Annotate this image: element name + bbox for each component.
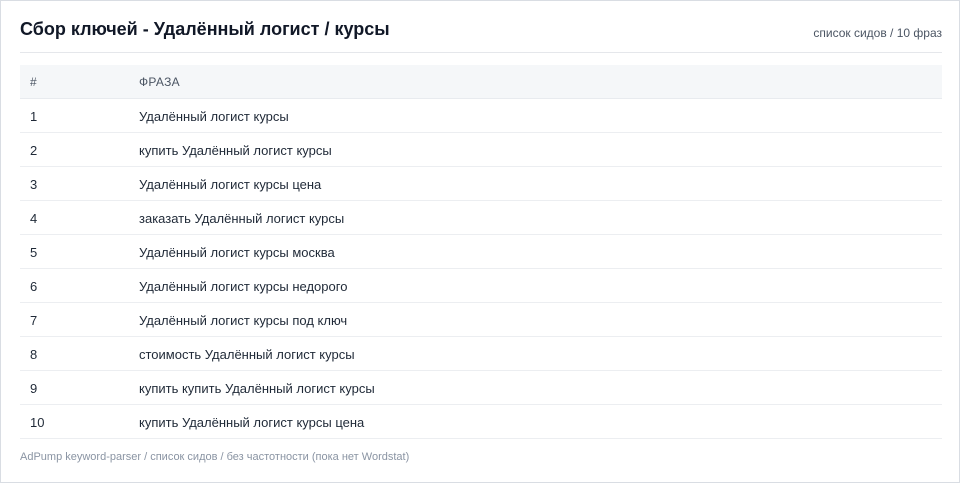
panel-header: Сбор ключей - Удалённый логист / курсы с…: [20, 1, 942, 53]
row-phrase: заказать Удалённый логист курсы: [139, 211, 345, 226]
row-phrase: Удалённый логист курсы цена: [139, 177, 322, 192]
row-number: 2: [30, 143, 38, 158]
row-phrase: купить Удалённый логист курсы цена: [139, 415, 365, 430]
page-title: Сбор ключей - Удалённый логист / курсы: [20, 19, 390, 39]
row-phrase: Удалённый логист курсы под ключ: [139, 313, 348, 328]
row-number: 3: [30, 177, 38, 192]
table-row: 1 Удалённый логист курсы: [20, 99, 942, 133]
row-phrase: Удалённый логист курсы москва: [139, 245, 335, 260]
table-row: 8 стоимость Удалённый логист курсы: [20, 337, 942, 371]
table-row: 4 заказать Удалённый логист курсы: [20, 201, 942, 235]
row-phrase: купить Удалённый логист курсы: [139, 143, 332, 158]
row-number: 9: [30, 381, 38, 396]
row-phrase: Удалённый логист курсы недорого: [139, 279, 348, 294]
row-number: 5: [30, 245, 38, 260]
row-number: 6: [30, 279, 38, 294]
table-header: # ФРАЗА: [20, 65, 942, 99]
footer-note: AdPump keyword-parser / список сидов / б…: [20, 451, 410, 463]
table-row: 10 купить Удалённый логист курсы цена: [20, 405, 942, 439]
row-number: 4: [30, 211, 38, 226]
column-header-number: #: [30, 75, 37, 89]
page-subtitle: список сидов / 10 фраз: [813, 26, 942, 40]
table-row: 3 Удалённый логист курсы цена: [20, 167, 942, 201]
row-number: 8: [30, 347, 38, 362]
row-number: 7: [30, 313, 38, 328]
row-phrase: купить купить Удалённый логист курсы: [139, 381, 375, 396]
table-row: 9 купить купить Удалённый логист курсы: [20, 371, 942, 405]
row-number: 10: [30, 415, 45, 430]
table-row: 2 купить Удалённый логист курсы: [20, 133, 942, 167]
row-phrase: стоимость Удалённый логист курсы: [139, 347, 355, 362]
row-number: 1: [30, 109, 38, 124]
report-panel: Сбор ключей - Удалённый логист / курсы с…: [0, 0, 960, 483]
row-phrase: Удалённый логист курсы: [139, 109, 289, 124]
table-row: 5 Удалённый логист курсы москва: [20, 235, 942, 269]
keywords-table: # ФРАЗА 1 Удалённый логист курсы 2 купит…: [20, 65, 942, 439]
table-row: 7 Удалённый логист курсы под ключ: [20, 303, 942, 337]
table-row: 6 Удалённый логист курсы недорого: [20, 269, 942, 303]
column-header-phrase: ФРАЗА: [139, 75, 180, 89]
